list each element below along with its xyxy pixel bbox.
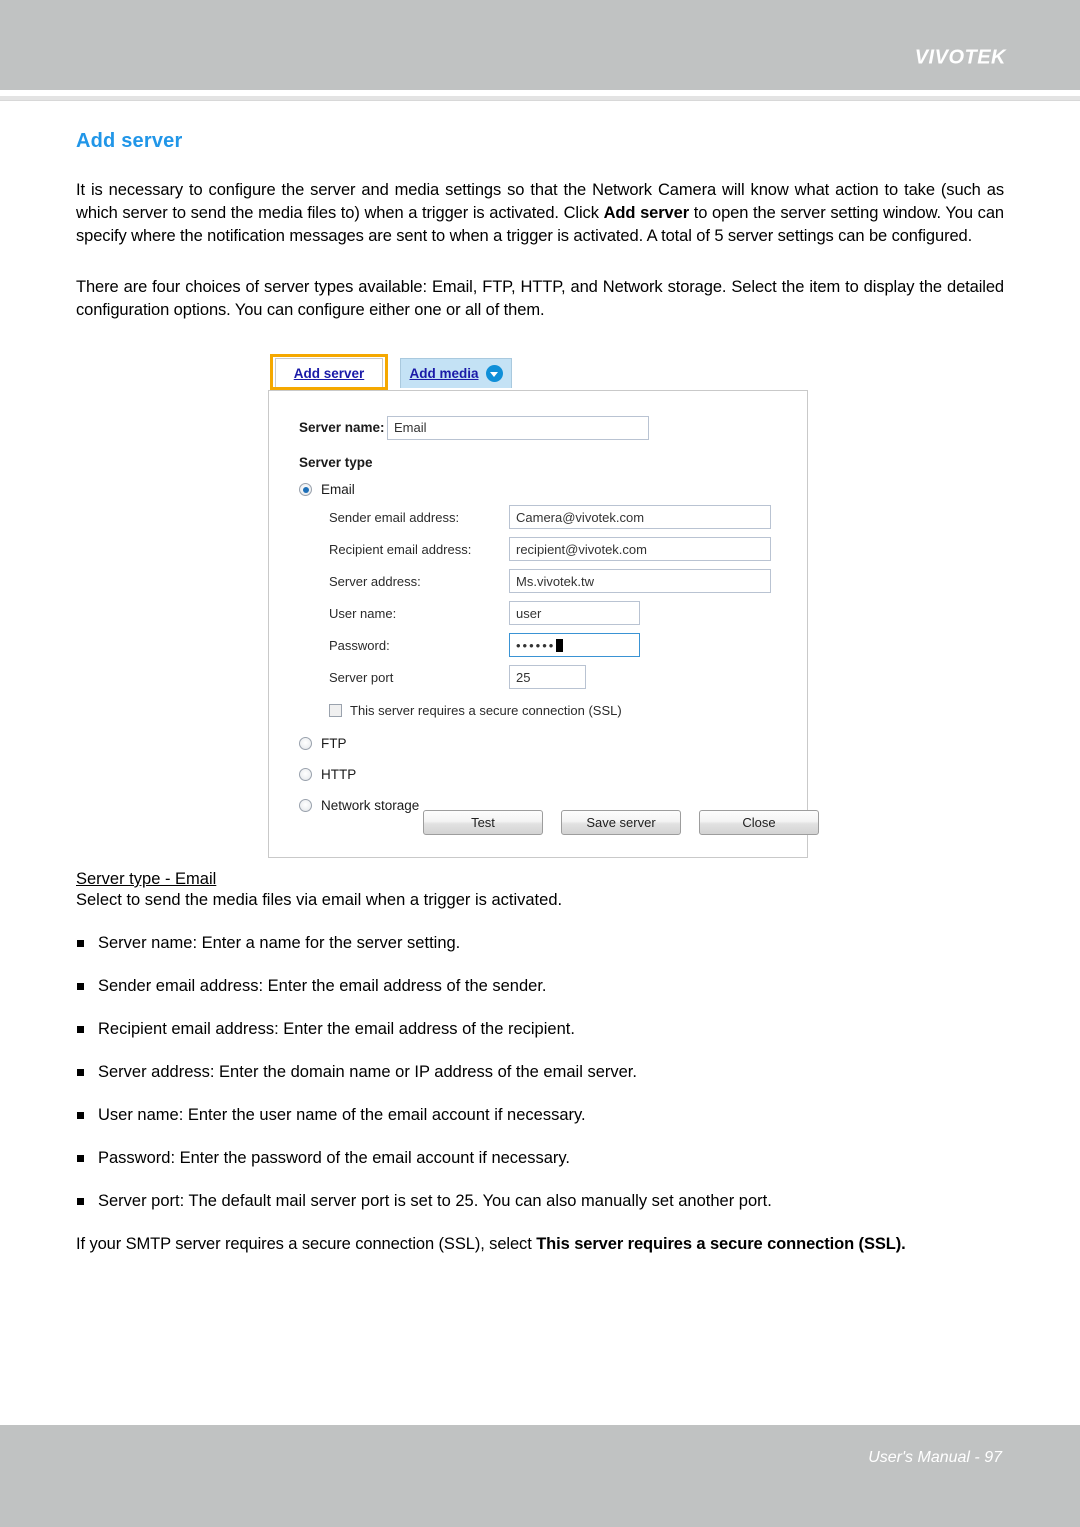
tab-add-media[interactable]: Add media [400,358,512,388]
server-name-input[interactable]: Email [387,415,649,440]
ssl-closing-paragraph: If your SMTP server requires a secure co… [76,1233,1004,1256]
footer-page-label: User's Manual - 97 [868,1449,1002,1466]
sender-email-input[interactable]: Camera@vivotek.com [509,505,771,529]
radio-row-ftp[interactable]: FTP [299,736,807,751]
server-address-label: Server address: [329,573,421,589]
dialog-panel: Server name: Email Server type Email Sen… [268,390,819,858]
field-password: Password: •••••• [329,633,807,657]
radio-row-email[interactable]: Email [299,482,807,497]
list-item: Server port: The default mail server por… [76,1190,1004,1212]
server-name-row: Server name: Email [299,413,807,442]
user-name-label: User name: [329,605,397,621]
radio-network-storage[interactable] [299,799,312,812]
radio-ftp[interactable] [299,737,312,750]
page-header: VIVOTEK [0,0,1080,90]
ssl-checkbox-label: This server requires a secure connection… [350,703,622,718]
recipient-email-input[interactable]: recipient@vivotek.com [509,537,771,561]
intro-paragraph: It is necessary to configure the server … [76,179,1004,248]
user-name-input[interactable]: user [509,601,640,625]
tab-add-media-label: Add media [409,366,479,381]
header-divider-thin [0,100,1080,101]
radio-ftp-label: FTP [321,736,347,751]
field-server-address: Server address: Ms.vivotek.tw [329,569,807,593]
radio-email-label: Email [321,482,355,497]
dialog-tabbar: Add server Add media [268,354,808,390]
save-server-button[interactable]: Save server [561,810,681,835]
recipient-email-label: Recipient email address: [329,541,472,557]
field-recipient-email: Recipient email address: recipient@vivot… [329,537,807,561]
tab-add-server-label: Add server [293,366,365,381]
add-server-dialog-figure: Add server Add media Server name: Email … [76,350,1004,870]
list-item: Server name: Enter a name for the server… [76,932,1004,954]
field-user-name: User name: user [329,601,807,625]
dialog-button-row: Test Save server Close [423,810,819,835]
server-name-label: Server name: [299,420,385,435]
ssl-closing-part-1: If your SMTP server requires a secure co… [76,1235,537,1253]
add-server-dialog: Add server Add media Server name: Email … [268,354,819,858]
test-button[interactable]: Test [423,810,543,835]
field-sender-email: Sender email address: Camera@vivotek.com [329,505,807,529]
server-address-input[interactable]: Ms.vivotek.tw [509,569,771,593]
radio-http-label: HTTP [321,767,357,782]
tab-add-server[interactable]: Add server [275,358,383,388]
ssl-checkbox-row[interactable]: This server requires a secure connection… [329,703,807,718]
password-input[interactable]: •••••• [509,633,640,657]
field-server-port: Server port 25 [329,665,807,689]
radio-network-storage-label: Network storage [321,798,420,813]
list-item: Server address: Enter the domain name or… [76,1061,1004,1083]
vivotek-logo: VIVOTEK [914,46,1006,69]
field-description-list: Server name: Enter a name for the server… [76,932,1004,1212]
list-item: Password: Enter the password of the emai… [76,1147,1004,1169]
server-type-email-description: Select to send the media files via email… [76,891,563,909]
chevron-down-icon[interactable] [485,365,503,382]
list-item: Sender email address: Enter the email ad… [76,975,1004,997]
sender-email-label: Sender email address: [329,509,460,525]
page-content: Add server It is necessary to configure … [76,108,1004,1256]
server-types-paragraph: There are four choices of server types a… [76,278,1004,319]
page-footer: User's Manual - 97 [0,1425,1080,1527]
server-port-input[interactable]: 25 [509,665,586,689]
intro-bold-add-server: Add server [603,204,690,222]
radio-http[interactable] [299,768,312,781]
text-cursor [556,638,564,652]
list-item: User name: Enter the user name of the em… [76,1104,1004,1126]
radio-row-http[interactable]: HTTP [299,767,807,782]
password-label: Password: [329,637,390,653]
list-item: Recipient email address: Enter the email… [76,1018,1004,1040]
server-type-label: Server type [299,455,373,470]
server-type-email-subhead: Server type - Email [76,870,217,888]
close-button[interactable]: Close [699,810,819,835]
server-port-label: Server port [329,669,394,685]
password-masked-value: •••••• [516,637,556,653]
ssl-checkbox[interactable] [329,704,342,717]
ssl-closing-bold: This server requires a secure connection… [536,1235,906,1253]
page-title: Add server [76,130,183,152]
radio-email[interactable] [299,483,312,496]
